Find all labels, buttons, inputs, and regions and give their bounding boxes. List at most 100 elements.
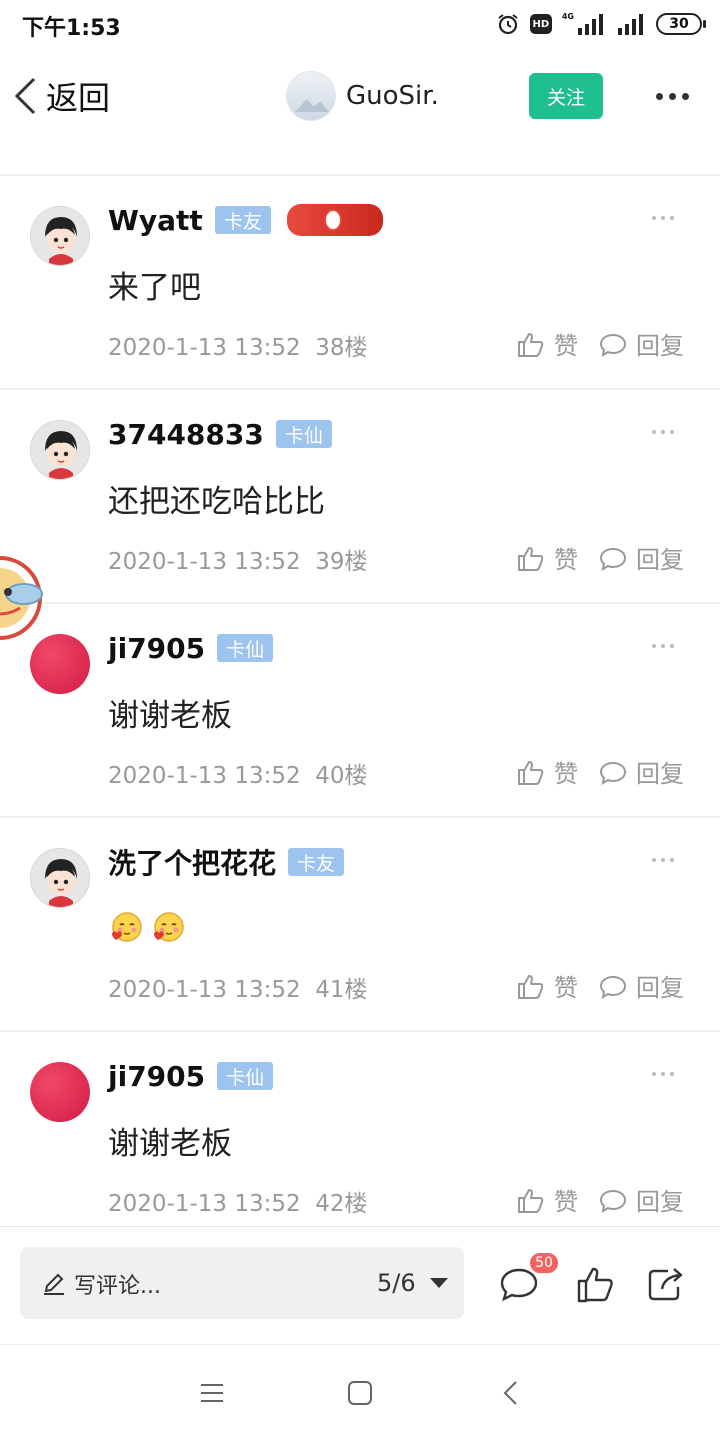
- menu-button[interactable]: [198, 1379, 226, 1407]
- comment-input[interactable]: 写评论... 5/6: [20, 1247, 464, 1319]
- username-row: Wyatt 卡友: [108, 200, 383, 240]
- like-label: 赞: [554, 332, 578, 360]
- more-dot-icon: [668, 92, 676, 100]
- floating-sticker-icon[interactable]: [0, 548, 50, 648]
- reply-time: 2020-1-13 13:52: [108, 1191, 301, 1217]
- thumbs-up-icon: [577, 1267, 613, 1303]
- back-label: 返回: [46, 79, 111, 117]
- comment-placeholder: 写评论...: [74, 1274, 161, 1299]
- reply-label: 回复: [636, 546, 684, 574]
- user-avatar[interactable]: [30, 1062, 90, 1122]
- user-avatar[interactable]: [30, 420, 90, 480]
- battery-icon: 30: [656, 13, 706, 35]
- share-button[interactable]: [644, 1263, 686, 1305]
- user-level-badge: 卡仙: [275, 420, 332, 448]
- cartoon-girl-avatar: [31, 849, 89, 907]
- blush-heart-emoji-icon: [112, 912, 142, 942]
- system-back-button[interactable]: [498, 1379, 526, 1407]
- christmas-badge-icon: [286, 204, 383, 236]
- reply-more-button[interactable]: [652, 216, 674, 220]
- user-level-badge: 卡仙: [217, 634, 274, 662]
- reply-more-button[interactable]: [652, 1072, 674, 1076]
- reply-item: 洗了个把花花 卡友 2020-1-13 13:52 41楼 赞 回复: [0, 818, 720, 1032]
- thumbs-up-icon: [518, 332, 544, 357]
- reply-time: 2020-1-13 13:52: [108, 335, 301, 361]
- like-button[interactable]: 赞: [516, 326, 578, 361]
- author-avatar[interactable]: [286, 71, 336, 121]
- reply-more-button[interactable]: [652, 644, 674, 648]
- username[interactable]: 洗了个把花花: [108, 842, 276, 882]
- author-name[interactable]: GuoSir.: [346, 81, 439, 111]
- author-info[interactable]: GuoSir.: [286, 71, 439, 121]
- thumbs-up-icon: [518, 974, 544, 999]
- reply-button[interactable]: 回复: [598, 968, 684, 1003]
- speech-bubble-icon: [599, 1189, 627, 1213]
- status-bar: 下午1:53 HD 4G 30: [0, 0, 720, 50]
- reply-item: Wyatt 卡友 来了吧 2020-1-13 13:52 38楼 赞 回复: [0, 176, 720, 390]
- floor-number: 39楼: [315, 549, 368, 575]
- user-level-badge: 卡友: [288, 848, 345, 876]
- more-options-button[interactable]: [650, 76, 694, 116]
- reply-content: 谢谢老板: [108, 698, 232, 734]
- speech-bubble-icon: [599, 975, 627, 999]
- back-button[interactable]: 返回: [12, 74, 110, 118]
- like-button[interactable]: 赞: [516, 968, 578, 1003]
- cartoon-girl-avatar: [31, 207, 89, 265]
- reply-label: 回复: [636, 1188, 684, 1216]
- follow-button[interactable]: 关注: [529, 73, 603, 119]
- status-time: 下午1:53: [22, 16, 121, 41]
- like-label: 赞: [554, 760, 578, 788]
- caret-down-icon: [429, 1278, 448, 1288]
- reply-item: ji7905 卡仙 谢谢老板 2020-1-13 13:52 40楼 赞 回复: [0, 604, 720, 818]
- reply-content: 谢谢老板: [108, 1126, 232, 1162]
- like-label: 赞: [554, 974, 578, 1002]
- reply-content: 还把还吃哈比比: [108, 484, 325, 520]
- user-avatar[interactable]: [30, 848, 90, 908]
- reply-label: 回复: [636, 332, 684, 360]
- speech-bubble-icon: [599, 547, 627, 571]
- username-row: 37448833 卡仙: [108, 414, 332, 454]
- chevron-left-icon: [14, 77, 36, 115]
- hd-icon: HD: [529, 14, 552, 34]
- reply-time: 2020-1-13 13:52: [108, 549, 301, 575]
- page-indicator: 5/6: [377, 1269, 416, 1297]
- floor-number: 41楼: [315, 977, 368, 1003]
- reply-button[interactable]: 回复: [598, 1182, 684, 1217]
- reply-content: [108, 910, 186, 946]
- status-icons: HD 4G 30: [496, 10, 706, 38]
- user-level-badge: 卡仙: [217, 1062, 274, 1090]
- username[interactable]: 37448833: [108, 418, 264, 451]
- like-post-button[interactable]: [574, 1263, 616, 1305]
- reply-meta: 2020-1-13 13:52 38楼: [108, 328, 368, 362]
- signal-icon: [618, 14, 643, 35]
- reply-more-button[interactable]: [652, 858, 674, 862]
- nav-bar: 返回 GuoSir. 关注: [0, 50, 720, 142]
- user-avatar[interactable]: [30, 206, 90, 266]
- username-row: 洗了个把花花 卡友: [108, 842, 345, 882]
- like-button[interactable]: 赞: [516, 1182, 578, 1217]
- more-dot-icon: [655, 92, 663, 100]
- reply-button[interactable]: 回复: [598, 540, 684, 575]
- alarm-icon: [498, 14, 518, 35]
- speech-bubble-icon: [599, 761, 627, 785]
- more-dot-icon: [681, 92, 689, 100]
- page-selector[interactable]: 5/6: [377, 1269, 448, 1297]
- comment-bar: 写评论... 5/6 50: [0, 1226, 720, 1344]
- reply-more-button[interactable]: [652, 430, 674, 434]
- home-button[interactable]: [346, 1379, 374, 1407]
- reply-item: ji7905 卡仙 谢谢老板 2020-1-13 13:52 42楼 赞 回复: [0, 1032, 720, 1232]
- reply-button[interactable]: 回复: [598, 326, 684, 361]
- like-button[interactable]: 赞: [516, 540, 578, 575]
- like-button[interactable]: 赞: [516, 754, 578, 789]
- reply-button[interactable]: 回复: [598, 754, 684, 789]
- floor-number: 38楼: [315, 335, 368, 361]
- username[interactable]: Wyatt: [108, 204, 203, 237]
- reply-label: 回复: [636, 974, 684, 1002]
- thumbs-up-icon: [518, 760, 544, 785]
- reply-time: 2020-1-13 13:52: [108, 977, 301, 1003]
- blush-heart-emoji-icon: [154, 912, 184, 942]
- username[interactable]: ji7905: [108, 632, 205, 665]
- username[interactable]: ji7905: [108, 1060, 205, 1093]
- reply-time: 2020-1-13 13:52: [108, 763, 301, 789]
- reply-actions: 赞 回复: [516, 754, 684, 789]
